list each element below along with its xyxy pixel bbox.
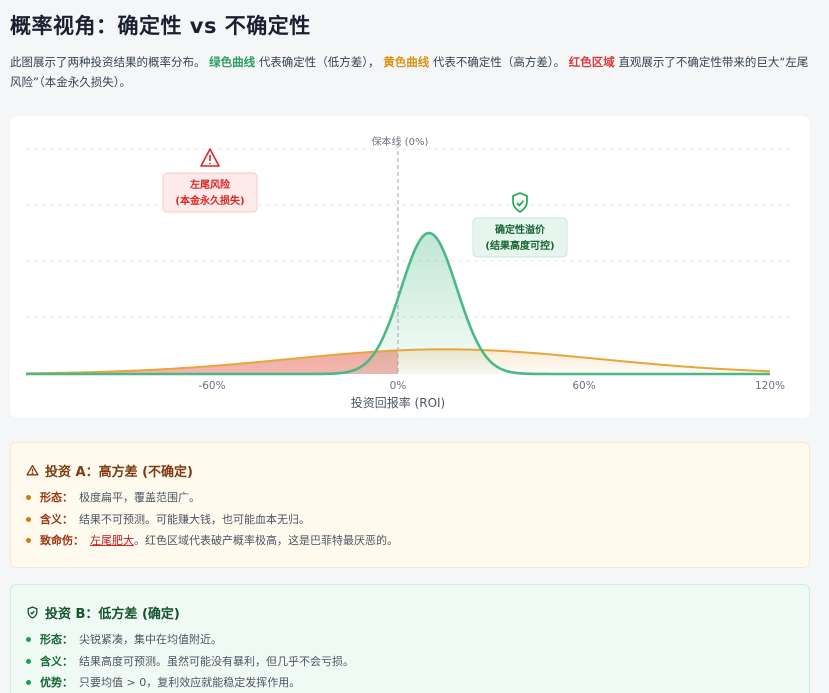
warning-icon bbox=[26, 464, 39, 476]
x-tick-label: 0% bbox=[390, 380, 407, 392]
x-tick-label: 60% bbox=[572, 380, 595, 392]
legend-green-text: 绿色曲线 bbox=[209, 55, 256, 69]
warning-icon-dot bbox=[209, 162, 211, 165]
page-title: 概率视角：确定性 vs 不确定性 bbox=[10, 14, 311, 38]
page-description: 此图展示了两种投资结果的概率分布。 绿色曲线 代表确定性（低方差）， 黄色曲线 … bbox=[10, 55, 809, 89]
left-tail-sublabel: (本金永久损失) bbox=[175, 194, 244, 207]
investment-b-list: 形态： 尖锐紧凑，集中在均值附近。 含义： 结果高度可预测。虽然可能没有暴利，但几乎… bbox=[26, 629, 354, 693]
list-item: 致命伤： 左尾肥大 。红色区域代表破产概率极高，这是巴菲特最厌恶的。 bbox=[26, 530, 398, 552]
breakeven-label: 保本线 (0%) bbox=[372, 135, 429, 148]
list-item: 含义： 结果高度可预测。虽然可能没有暴利，但几乎不会亏损。 bbox=[26, 651, 354, 673]
left-tail-label: 左尾风险 bbox=[189, 178, 231, 191]
x-axis-label: 投资回报率 (ROI) bbox=[351, 395, 446, 410]
investment-a-title: 投资 A：高方差 (不确定) bbox=[26, 461, 193, 480]
list-item: 形态： 极度扁平，覆盖范围广。 bbox=[26, 487, 398, 509]
investment-b-title: 投资 B：低方差 (确定) bbox=[26, 603, 180, 622]
certainty-label: 确定性溢价 bbox=[495, 223, 546, 236]
distribution-chart-card: 保本线 (0%) -60% 0% 60% 120% 投资回报率 (ROI) 左尾风险 (本金永… bbox=[10, 116, 810, 418]
certainty-sublabel: (结果高度可控) bbox=[485, 239, 554, 252]
investment-a-list: 形态： 极度扁平，覆盖范围广。 含义： 结果不可预测。可能赚大钱，也可能血本无归。 … bbox=[26, 487, 398, 552]
fat-tail-highlight: 左尾肥大 bbox=[90, 534, 134, 547]
investment-b-panel: 投资 B：低方差 (确定) 形态： 尖锐紧凑，集中在均值附近。 含义： 结果高度可预… bbox=[10, 584, 810, 693]
distribution-chart: 保本线 (0%) -60% 0% 60% 120% 投资回报率 (ROI) 左尾风险 (本金永… bbox=[25, 135, 795, 410]
legend-red-text: 红色区域 bbox=[568, 55, 615, 69]
x-tick-label: 120% bbox=[755, 380, 785, 392]
list-item: 优势： 只要均值 > 0，复利效应就能稳定发挥作用。 bbox=[26, 672, 354, 693]
certain-area bbox=[26, 233, 770, 374]
list-item: 形态： 尖锐紧凑，集中在均值附近。 bbox=[26, 629, 354, 651]
investment-a-panel: 投资 A：高方差 (不确定) 形态： 极度扁平，覆盖范围广。 含义： 结果不可预测。… bbox=[10, 442, 810, 568]
x-tick-label: -60% bbox=[198, 380, 225, 392]
shield-check-icon bbox=[512, 192, 528, 213]
list-item: 含义： 结果不可预测。可能赚大钱，也可能血本无归。 bbox=[26, 509, 398, 531]
legend-yellow-text: 黄色曲线 bbox=[383, 55, 430, 69]
shield-check-icon bbox=[27, 606, 38, 619]
